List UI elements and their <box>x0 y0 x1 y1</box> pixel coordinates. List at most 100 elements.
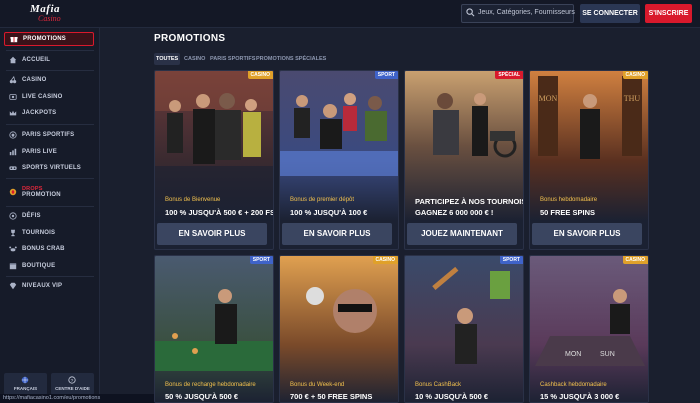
promo-subtitle: Bonus du Week-end <box>290 382 345 388</box>
logo-text-sub: Casino <box>38 14 61 23</box>
sidebar-item-label: TOURNOIS <box>22 230 56 236</box>
sidebar-item-label: JACKPOTS <box>22 110 57 116</box>
promo-subtitle: Bonus CashBack <box>415 382 462 388</box>
help-center-button[interactable]: ? CENTRE D'AIDE <box>51 373 94 395</box>
sidebar-item-paris-sportifs[interactable]: PARIS SPORTIFS <box>4 128 94 142</box>
sidebar-divider <box>6 124 94 125</box>
learn-more-button[interactable]: EN SAVOIR PLUS <box>157 223 267 245</box>
promo-subtitle: Bonus de premier dépôt <box>290 197 355 203</box>
category-badge: CASINO <box>372 256 398 264</box>
sidebar-item-niveaux-vip[interactable]: NIVEAUX VIP <box>4 279 94 293</box>
sidebar-item-accueil[interactable]: ACCUEIL <box>4 53 94 67</box>
promo-title: 15 % JUSQU'À 3 000 € <box>540 392 620 401</box>
promo-card[interactable]: CASINO Bonus du Week-end 700 € + 50 FREE… <box>279 255 399 403</box>
tab-toutes[interactable]: TOUTES <box>154 53 181 65</box>
svg-text:MON: MON <box>539 94 558 103</box>
promo-card-image: MON SUN <box>530 256 648 402</box>
category-badge: SPORT <box>499 256 523 264</box>
promo-card[interactable]: SPÉCIAL PARTICIPEZ À NOS TOURNOIS - GAGN… <box>404 70 524 250</box>
sidebar-item-live-casino[interactable]: LIVE CASINO <box>4 90 94 104</box>
sidebar-item-label: PARIS SPORTIFS <box>22 132 75 138</box>
sidebar-item-casino[interactable]: CASINO <box>4 73 94 87</box>
sidebar-divider <box>6 206 94 207</box>
category-badge: CASINO <box>247 71 273 79</box>
sidebar-item-label: SPORTS VIRTUELS <box>22 165 82 171</box>
cherry-icon <box>9 76 17 84</box>
sidebar-item-sports-virtuels[interactable]: SPORTS VIRTUELS <box>4 161 94 175</box>
sidebar-item-defis[interactable]: DÉFIS <box>4 209 94 223</box>
sidebar-divider <box>6 70 94 71</box>
promo-card[interactable]: MON SUN CASINO Cashback hebdomadaire 15 … <box>529 255 649 403</box>
sidebar-item-label: CASINO <box>22 77 47 83</box>
svg-text:MON: MON <box>565 351 581 358</box>
search-icon <box>466 8 475 17</box>
language-selector[interactable]: FRANÇAIS <box>4 373 47 395</box>
signup-button[interactable]: S'INSCRIRE <box>645 4 692 23</box>
search-input[interactable]: Jeux, Catégories, Fournisseurs <box>461 4 575 23</box>
sidebar-item-paris-live[interactable]: PARIS LIVE <box>4 145 94 159</box>
crab-icon <box>9 246 17 252</box>
sidebar-divider <box>6 276 94 277</box>
sidebar-item-bonus-crab[interactable]: BONUS CRAB <box>4 242 94 256</box>
promo-title: 50 % JUSQU'À 500 € <box>165 392 239 401</box>
sidebar-divider <box>6 50 94 51</box>
target-icon <box>9 212 17 220</box>
category-badge: CASINO <box>622 256 648 264</box>
diamond-icon <box>9 282 17 290</box>
category-badge: SPORT <box>249 256 273 264</box>
sidebar-item-drops-promotion[interactable]: DROPS PROMOTION <box>4 182 94 202</box>
help-center-label: CENTRE D'AIDE <box>55 386 90 391</box>
svg-text:THU: THU <box>624 94 641 103</box>
sidebar-item-label: ACCUEIL <box>22 57 51 63</box>
learn-more-button[interactable]: EN SAVOIR PLUS <box>532 223 642 245</box>
globe-icon <box>21 376 29 384</box>
sidebar-item-jackpots[interactable]: JACKPOTS <box>4 106 94 120</box>
sidebar-item-label: BONUS CRAB <box>22 246 65 252</box>
tab-paris-sportifs[interactable]: PARIS SPORTIFS <box>208 53 257 65</box>
crown-icon <box>9 110 17 116</box>
promo-card[interactable]: SPORT Bonus CashBack 10 % JUSQU'À 500 € <box>404 255 524 403</box>
promo-card-image <box>155 256 273 402</box>
svg-text:?: ? <box>71 378 74 384</box>
svg-text:SUN: SUN <box>600 351 615 358</box>
gift-icon <box>10 37 18 43</box>
tab-promotions-speciales[interactable]: PROMOTIONS SPÉCIALES <box>254 53 328 65</box>
sidebar-item-label: NIVEAUX VIP <box>22 283 63 289</box>
drops-promotion-label: PROMOTION <box>22 192 61 198</box>
status-bar-url: https://mafiacasino1.com/eu/promotions <box>0 394 160 403</box>
shop-icon <box>9 263 17 270</box>
home-icon <box>9 56 17 64</box>
language-label: FRANÇAIS <box>13 386 38 391</box>
category-badge: CASINO <box>622 71 648 79</box>
promo-subtitle: Bonus de recharge hebdomadaire <box>165 382 256 388</box>
sidebar-item-label: BOUTIQUE <box>22 263 56 269</box>
ball-icon <box>9 131 17 139</box>
promo-card[interactable]: CASINO Bonus de Bienvenue 100 % JUSQU'À … <box>154 70 274 250</box>
sidebar-item-label: PROMOTIONS <box>23 36 67 42</box>
play-now-button[interactable]: JOUEZ MAINTENANT <box>407 223 517 245</box>
mafia-casino-logo[interactable]: Mafia Casino <box>30 3 74 25</box>
learn-more-button[interactable]: EN SAVOIR PLUS <box>282 223 392 245</box>
trophy-icon <box>11 229 15 237</box>
sidebar-item-label: LIVE CASINO <box>22 94 63 100</box>
promo-card[interactable]: SPORT Bonus de recharge hebdomadaire 50 … <box>154 255 274 403</box>
promo-title: 10 % JUSQU'À 500 € <box>415 392 489 401</box>
page-title: PROMOTIONS <box>154 33 226 44</box>
sidebar-item-promotions[interactable]: PROMOTIONS <box>4 32 94 46</box>
sidebar-item-boutique[interactable]: BOUTIQUE <box>4 259 94 273</box>
drops-icon <box>9 188 17 196</box>
category-badge: SPORT <box>374 71 398 79</box>
sidebar-item-label: DÉFIS <box>22 213 41 219</box>
help-icon: ? <box>68 376 76 384</box>
category-badge: SPÉCIAL <box>495 71 523 79</box>
tab-casino[interactable]: CASINO <box>182 53 207 65</box>
promo-card-image <box>405 256 523 402</box>
live-icon <box>9 94 17 100</box>
sidebar-item-tournois[interactable]: TOURNOIS <box>4 226 94 240</box>
chart-icon <box>9 148 17 156</box>
promo-title: 100 % JUSQU'À 100 € <box>290 208 368 217</box>
promo-title: PARTICIPEZ À NOS TOURNOIS - <box>415 197 524 206</box>
promo-card[interactable]: MON THU CASINO Bonus hebdomadaire 50 FRE… <box>529 70 649 250</box>
promo-card[interactable]: SPORT Bonus de premier dépôt 100 % JUSQU… <box>279 70 399 250</box>
login-button[interactable]: SE CONNECTER <box>580 4 640 23</box>
